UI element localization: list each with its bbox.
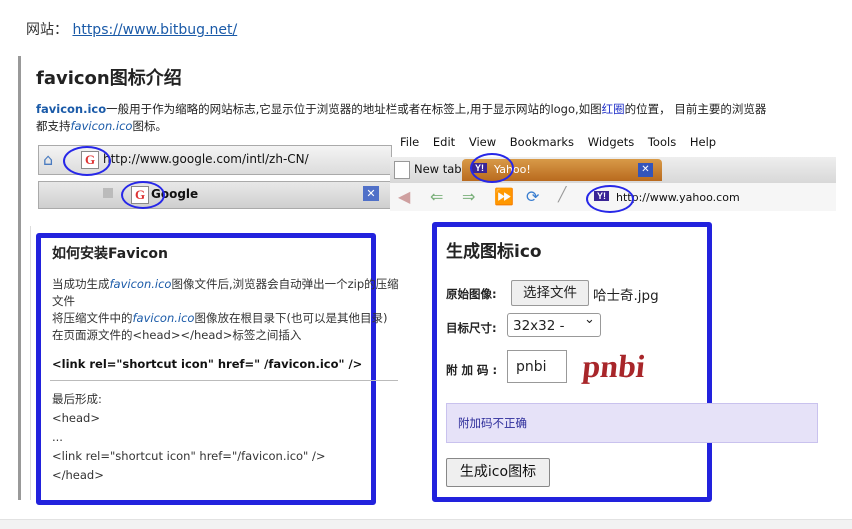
intro-red-word: 红圈 (601, 102, 625, 116)
install-divider (50, 380, 398, 381)
code-line-2: ... (52, 430, 63, 444)
back-icon: ⇐ (430, 187, 444, 206)
tab-favicon-highlight-circle (121, 181, 165, 209)
error-message: 附加码不正确 (458, 416, 527, 430)
generate-title: 生成图标ico (446, 242, 542, 262)
menu-file: File (400, 135, 420, 149)
page-title: favicon图标介绍 (36, 68, 182, 89)
menu-tools: Tools (647, 135, 677, 149)
stop-icon: ◀ (398, 187, 411, 206)
new-tab-label: New tab (414, 162, 462, 176)
chevron-down-icon: ⌄ (584, 312, 595, 327)
size-label: 目标尺寸: (446, 321, 497, 335)
intro-term: favicon.ico (36, 102, 107, 116)
captcha-text: pnbi (581, 348, 647, 384)
chosen-file-name: 哈士奇.jpg (593, 288, 659, 304)
yahoo-nav-bar: ◀ ⇐ ⇒ ⏩ ⟳ ╱ Y! http://www.yahoo.com (390, 183, 836, 213)
install-title: 如何安装Favicon (52, 246, 168, 262)
choose-file-button[interactable]: 选择文件 (511, 280, 589, 306)
forward-icon: ⇒ (462, 187, 476, 206)
yahoo-tab-highlight-circle (470, 153, 514, 183)
yahoo-menu-bar: File Edit View Bookmarks Widgets Tools H… (390, 135, 836, 155)
code-line-1: <head> (52, 411, 100, 425)
google-url-text: http://www.google.com/intl/zh-CN/ (103, 152, 309, 166)
install-line-1-term: favicon.ico (109, 277, 172, 291)
install-line-2: 文件 (52, 294, 75, 308)
generate-ico-button[interactable]: 生成ico图标 (446, 458, 550, 487)
intro-text-3: 都支持 (36, 119, 71, 133)
yahoo-url-text: http://www.yahoo.com (616, 191, 740, 204)
intro-text-4: 图标。 (132, 119, 167, 133)
intro-paragraph: favicon.ico一般用于作为缩略的网站标志,它显示位于浏览器的地址栏或者在… (36, 101, 836, 135)
code-input[interactable]: pnbi (507, 350, 567, 383)
new-tab-page-icon (394, 161, 410, 179)
install-line-1a: 当成功生成 (52, 277, 110, 291)
edit-icon: ╱ (558, 187, 567, 203)
menu-bookmarks: Bookmarks (509, 135, 575, 149)
menu-help: Help (689, 135, 717, 149)
home-icon: ⌂ (43, 150, 54, 169)
install-line-3b: 图像放在根目录下(也可以是其他目录) (194, 311, 388, 325)
fast-forward-icon: ⏩ (494, 187, 514, 206)
tab-close-x-icon: ✕ (363, 186, 379, 201)
favicon-highlight-circle (63, 146, 111, 176)
intro-text-1: 一般用于作为缩略的网站标志,它显示位于浏览器的地址栏或者在标签上,用于显示网站的… (106, 102, 602, 116)
install-line-4: 在页面源文件的<head></head>标签之间插入 (52, 328, 302, 342)
intro-term-2: favicon.ico (70, 119, 133, 133)
menu-edit: Edit (432, 135, 456, 149)
site-line: 网站： https://www.bitbug.net/ (26, 19, 237, 39)
install-line-1b: 图像文件后,浏览器会自动弹出一个zip的压缩 (171, 277, 399, 291)
intro-text-2: 的位置， 目前主要的浏览器 (624, 102, 767, 116)
final-label: 最后形成: (52, 392, 102, 406)
favicon-illustration: ⌂ G http://www.google.com/intl/zh-CN/ G … (38, 135, 836, 213)
file-label: 原始图像: (446, 287, 497, 301)
site-label: 网站： (26, 22, 68, 38)
code-line-4: </head> (52, 468, 104, 482)
yahoo-tab-close-icon: ✕ (638, 163, 653, 177)
menu-view: View (468, 135, 497, 149)
google-tab-bar: G Google ✕ (38, 181, 392, 209)
yahoo-tab-bar: New tab Y! Yahoo! ✕ (390, 153, 836, 183)
tab-close-icon (103, 188, 113, 198)
site-link[interactable]: https://www.bitbug.net/ (72, 22, 237, 38)
reload-icon: ⟳ (526, 187, 540, 206)
link-tag-code: <link rel="shortcut icon" href=" /favico… (52, 357, 363, 371)
install-line-3-term: favicon.ico (132, 311, 195, 325)
captcha-image[interactable]: pnbi (581, 345, 651, 385)
google-url-bar: ⌂ G http://www.google.com/intl/zh-CN/ (38, 145, 392, 176)
menu-widgets: Widgets (587, 135, 635, 149)
final-code-block: 最后形成: <head> ... <link rel="shortcut ico… (52, 390, 326, 485)
code-label: 附加码: (446, 363, 502, 377)
install-line-3a: 将压缩文件中的 (52, 311, 133, 325)
install-instructions: 当成功生成favicon.ico图像文件后,浏览器会自动弹出一个zip的压缩 文… (52, 276, 412, 344)
code-line-3: <link rel="shortcut icon" href="/favicon… (52, 449, 326, 463)
yahoo-url-highlight-circle (586, 185, 634, 213)
